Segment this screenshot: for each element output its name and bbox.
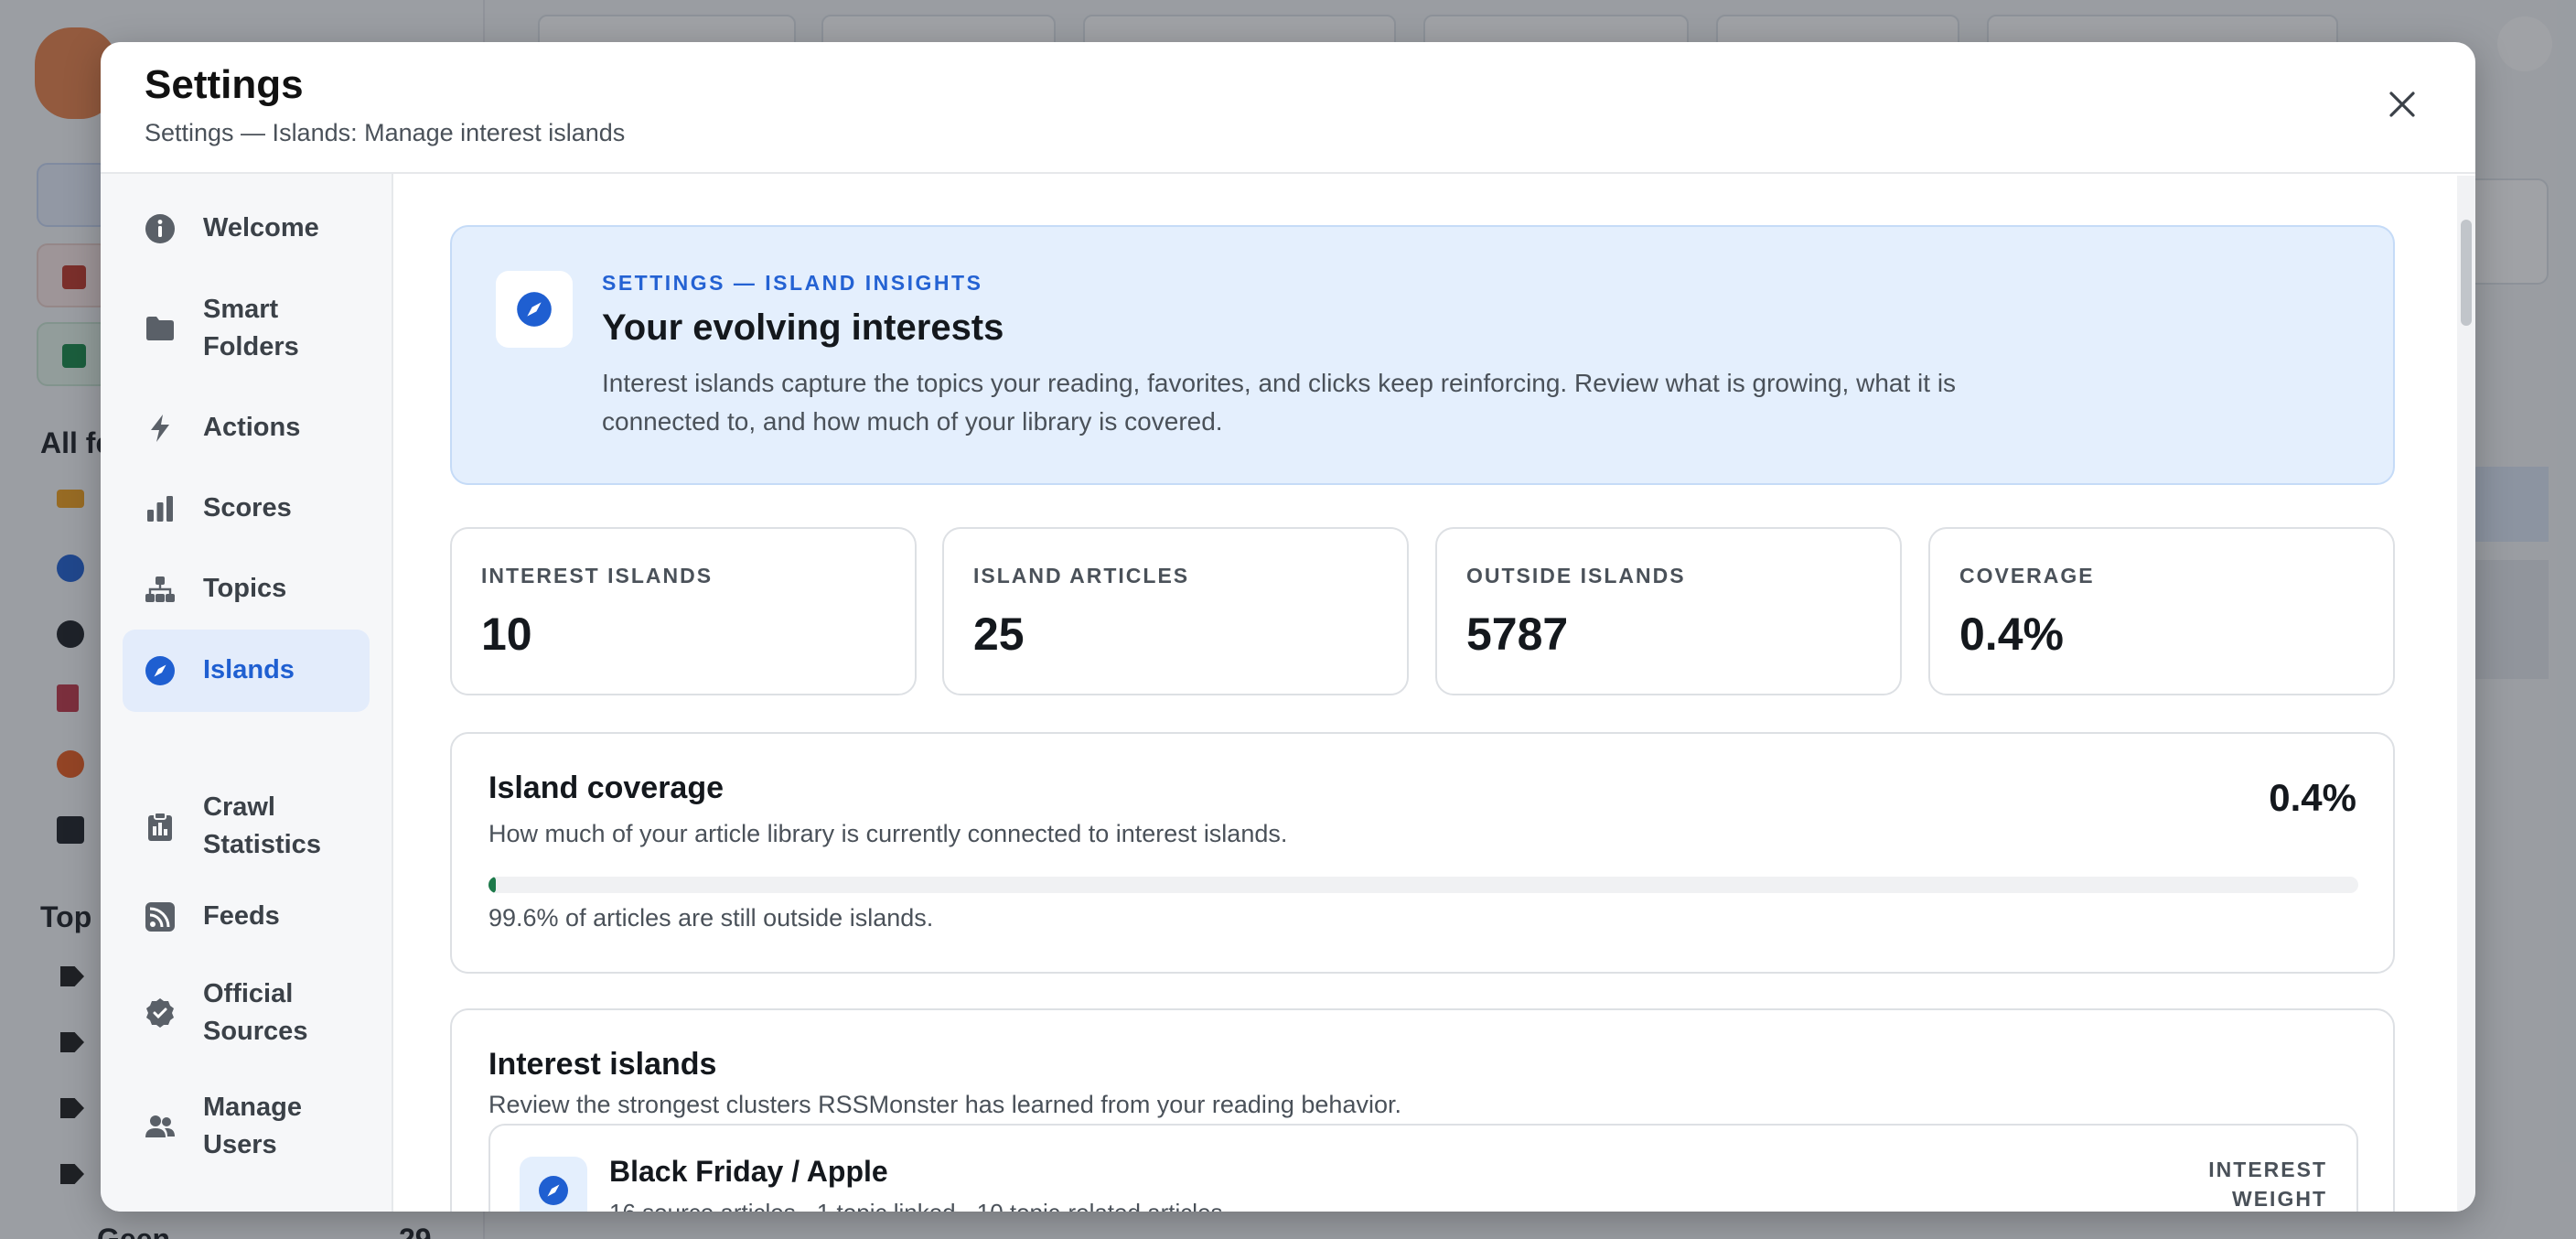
nav-item-manage-users[interactable]: Manage Users bbox=[123, 1076, 370, 1177]
stat-card-coverage: COVERAGE 0.4% bbox=[1928, 527, 2395, 695]
stat-value: 5787 bbox=[1466, 609, 1569, 660]
compass-icon bbox=[496, 271, 573, 348]
nav-label: Islands bbox=[203, 655, 295, 684]
stat-card-interest-islands: INTEREST ISLANDS 10 bbox=[450, 527, 917, 695]
modal-title: Settings bbox=[145, 62, 304, 107]
coverage-progress-bar bbox=[488, 877, 2358, 893]
folder-icon bbox=[145, 313, 176, 344]
nav-item-feeds[interactable]: Feeds bbox=[123, 878, 370, 955]
clipboard-icon bbox=[145, 811, 176, 842]
nav-item-actions[interactable]: Actions bbox=[123, 390, 370, 467]
users-icon bbox=[145, 1111, 176, 1142]
island-weight-label: INTEREST WEIGHT bbox=[2208, 1158, 2327, 1211]
stat-card-outside-islands: OUTSIDE ISLANDS 5787 bbox=[1435, 527, 1902, 695]
coverage-panel: Island coverage How much of your article… bbox=[450, 732, 2395, 974]
stat-value: 10 bbox=[481, 609, 532, 660]
modal-subtitle: Settings — Islands: Manage interest isla… bbox=[145, 119, 626, 146]
stat-label: OUTSIDE ISLANDS bbox=[1466, 564, 1686, 587]
hero-card: SETTINGS — ISLAND INSIGHTS Your evolving… bbox=[450, 225, 2395, 485]
hero-description: Interest islands capture the topics your… bbox=[602, 369, 1957, 436]
island-name: Black Friday / Apple bbox=[609, 1155, 888, 1188]
island-meta: 16 source articles · 1 topic linked · 10… bbox=[609, 1199, 1223, 1212]
hero-eyebrow: SETTINGS — ISLAND INSIGHTS bbox=[602, 271, 983, 295]
bar-chart-icon bbox=[145, 493, 176, 524]
coverage-progress-fill bbox=[488, 877, 497, 893]
coverage-percent: 0.4% bbox=[2269, 776, 2356, 819]
coverage-description: How much of your article library is curr… bbox=[488, 820, 1288, 847]
islands-title: Interest islands bbox=[488, 1047, 717, 1082]
scrollbar-thumb[interactable] bbox=[2461, 220, 2472, 326]
nav-label: Crawl Statistics bbox=[203, 792, 321, 859]
nav-item-smart-folders[interactable]: Smart Folders bbox=[123, 278, 370, 379]
stat-label: ISLAND ARTICLES bbox=[973, 564, 1190, 587]
coverage-title: Island coverage bbox=[488, 770, 724, 805]
hierarchy-icon bbox=[145, 574, 176, 605]
compass-icon bbox=[145, 655, 176, 686]
modal-header: Settings Settings — Islands: Manage inte… bbox=[101, 42, 2475, 174]
stat-value: 25 bbox=[973, 609, 1025, 660]
islands-description: Review the strongest clusters RSSMonster… bbox=[488, 1091, 1401, 1118]
nav-item-crawl-statistics[interactable]: Crawl Statistics bbox=[123, 776, 370, 877]
island-card[interactable]: Black Friday / Apple 16 source articles … bbox=[488, 1124, 2358, 1212]
coverage-note: 99.6% of articles are still outside isla… bbox=[488, 904, 934, 932]
interest-islands-panel: Interest islands Review the strongest cl… bbox=[450, 1008, 2395, 1212]
stat-card-island-articles: ISLAND ARTICLES 25 bbox=[942, 527, 1409, 695]
stat-value: 0.4% bbox=[1959, 609, 2064, 660]
nav-label: Scores bbox=[203, 493, 292, 523]
hero-title: Your evolving interests bbox=[602, 307, 1004, 348]
info-icon bbox=[145, 213, 176, 244]
nav-item-welcome[interactable]: Welcome bbox=[123, 190, 370, 267]
badge-check-icon bbox=[145, 997, 176, 1029]
compass-icon bbox=[520, 1157, 587, 1212]
close-icon[interactable] bbox=[2384, 86, 2420, 123]
settings-nav: Welcome Smart Folders Actions Scores Top… bbox=[101, 174, 393, 1212]
nav-item-official-sources[interactable]: Official Sources bbox=[123, 963, 370, 1063]
nav-label: Topics bbox=[203, 574, 287, 603]
nav-label: Welcome bbox=[203, 213, 319, 242]
content-scrollbar[interactable] bbox=[2457, 176, 2475, 1212]
nav-label: Manage Users bbox=[203, 1093, 302, 1159]
stat-label: INTEREST ISLANDS bbox=[481, 564, 714, 587]
nav-item-topics[interactable]: Topics bbox=[123, 551, 370, 628]
rss-icon bbox=[145, 901, 176, 932]
nav-label: Official Sources bbox=[203, 979, 308, 1046]
nav-label: Actions bbox=[203, 413, 301, 442]
nav-label: Feeds bbox=[203, 901, 280, 931]
settings-content[interactable]: SETTINGS — ISLAND INSIGHTS Your evolving… bbox=[395, 174, 2457, 1212]
bolt-icon bbox=[145, 413, 176, 444]
settings-modal: Settings Settings — Islands: Manage inte… bbox=[101, 42, 2475, 1212]
stat-label: COVERAGE bbox=[1959, 564, 2095, 587]
nav-label: Smart Folders bbox=[203, 295, 299, 361]
nav-item-islands[interactable]: Islands bbox=[123, 630, 370, 712]
nav-item-scores[interactable]: Scores bbox=[123, 470, 370, 547]
